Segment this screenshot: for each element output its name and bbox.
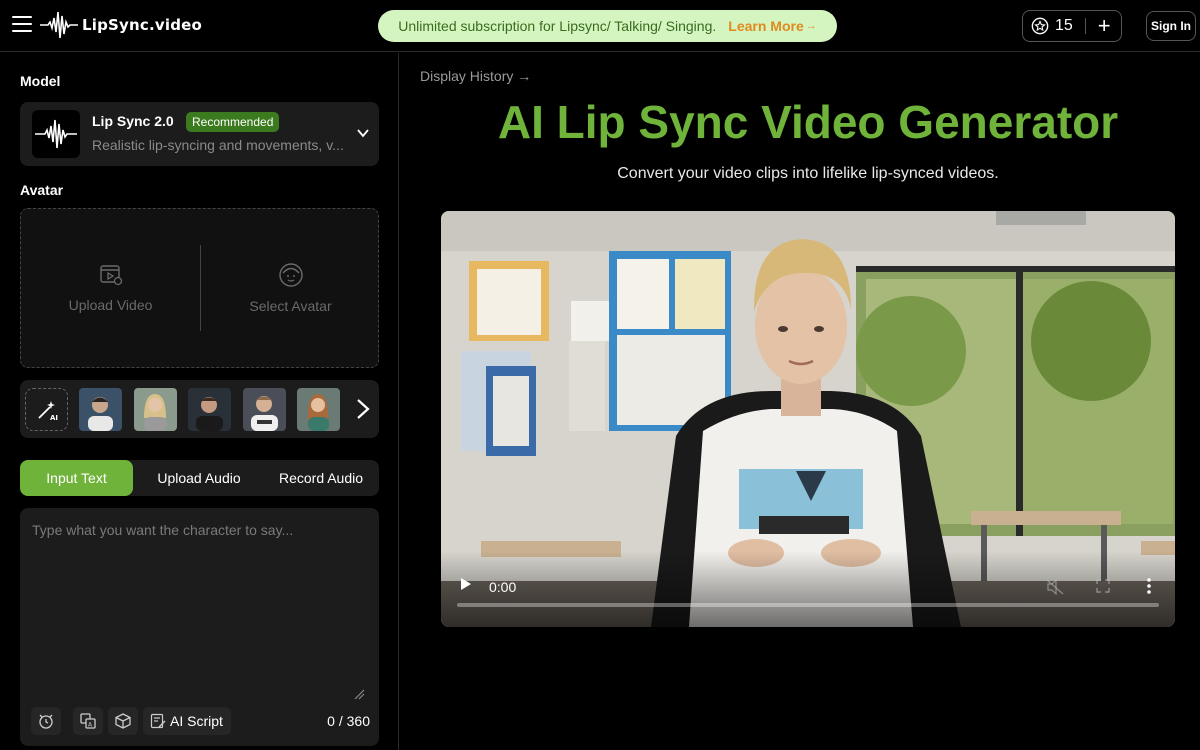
avatar-face-icon (278, 263, 303, 287)
ai-script-button[interactable]: AI Script (143, 707, 231, 735)
cube-icon (115, 713, 131, 729)
learn-more-arrow-icon: → (805, 20, 817, 32)
tab-record-audio[interactable]: Record Audio (263, 460, 379, 496)
character-counter: 0 / 360 (327, 713, 370, 729)
ai-generate-avatar-button[interactable]: AI (25, 388, 68, 431)
waveform-logo-icon (40, 11, 78, 39)
promo-banner: Unlimited subscription for Lipsync/ Talk… (378, 10, 837, 42)
model-3d-button[interactable] (108, 707, 138, 735)
sign-in-button[interactable]: Sign In (1146, 11, 1196, 41)
avatar-thumbnail[interactable] (297, 388, 340, 431)
avatar-thumbnail[interactable] (134, 388, 177, 431)
avatar-thumbnail[interactable] (243, 388, 286, 431)
learn-more-link[interactable]: Learn More (728, 18, 803, 34)
chevron-down-icon[interactable] (356, 126, 370, 140)
chevron-right-icon[interactable] (354, 398, 372, 420)
credits-widget: 15 + (1022, 10, 1122, 42)
model-selector[interactable]: Lip Sync 2.0 Recommended Realistic lip-s… (20, 102, 379, 166)
magic-wand-ai-icon: AI (37, 400, 58, 422)
waveform-icon (35, 119, 77, 149)
credits-count: 15 (1055, 17, 1073, 34)
input-mode-tabs: Input Text Upload Audio Record Audio (20, 460, 379, 496)
hamburger-menu-icon[interactable] (12, 16, 32, 34)
ai-script-label: AI Script (170, 713, 223, 729)
tab-upload-audio[interactable]: Upload Audio (140, 460, 258, 496)
star-credit-icon (1031, 17, 1049, 35)
script-input-panel: A AI Script 0 / 360 (20, 508, 379, 746)
top-bar: LipSync.video Unlimited subscription for… (0, 0, 1200, 52)
more-options-icon[interactable] (1146, 577, 1152, 595)
play-icon[interactable] (459, 576, 473, 592)
logo[interactable]: LipSync.video (40, 10, 202, 40)
avatar-section-label: Avatar (20, 182, 64, 198)
upload-video-label: Upload Video (68, 297, 153, 313)
script-textarea[interactable] (20, 508, 379, 704)
avatar-carousel: AI (20, 380, 379, 438)
translate-icon: A (80, 713, 96, 729)
mute-icon[interactable] (1046, 579, 1064, 595)
tab-input-text[interactable]: Input Text (20, 460, 133, 496)
avatar-thumbnail[interactable] (188, 388, 231, 431)
video-time: 0:00 (489, 579, 517, 595)
fullscreen-icon[interactable] (1096, 579, 1110, 593)
svg-text:AI: AI (50, 414, 58, 422)
model-thumbnail (32, 110, 80, 158)
model-name: Lip Sync 2.0 (92, 113, 174, 129)
resize-handle-icon[interactable] (353, 688, 365, 700)
select-avatar-option[interactable]: Select Avatar (201, 209, 380, 367)
ai-script-icon (150, 713, 166, 729)
logo-text: LipSync.video (82, 16, 203, 34)
page-title: AI Lip Sync Video Generator (497, 96, 1119, 148)
pause-timer-button[interactable] (31, 707, 61, 735)
credits-divider (1084, 18, 1086, 34)
promo-text: Unlimited subscription for Lipsync/ Talk… (398, 18, 717, 34)
upload-video-option[interactable]: Upload Video (21, 209, 200, 367)
left-panel: Model Lip Sync 2.0 Recommended Realistic… (0, 53, 399, 750)
demo-video-player[interactable]: 0:00 (441, 211, 1175, 627)
avatar-dropzone: Upload Video Select Avatar (20, 208, 379, 368)
model-section-label: Model (20, 73, 61, 89)
video-controls-bar: 0:00 (441, 551, 1175, 627)
page-subtitle: Convert your video clips into lifelike l… (617, 165, 999, 182)
video-progress-bar[interactable] (457, 603, 1159, 607)
translate-button[interactable]: A (73, 707, 103, 735)
alarm-clock-icon (39, 714, 53, 729)
video-upload-icon (99, 265, 122, 286)
recommended-badge: Recommended (186, 112, 280, 132)
main-content: Display History → AI Lip Sync Video Gene… (400, 53, 1200, 750)
add-credits-button[interactable]: + (1098, 15, 1111, 37)
select-avatar-label: Select Avatar (249, 298, 332, 314)
model-description: Realistic lip-syncing and movements, v..… (92, 137, 344, 153)
display-history-link[interactable]: Display History → (420, 68, 531, 84)
avatar-thumbnail[interactable] (79, 388, 122, 431)
